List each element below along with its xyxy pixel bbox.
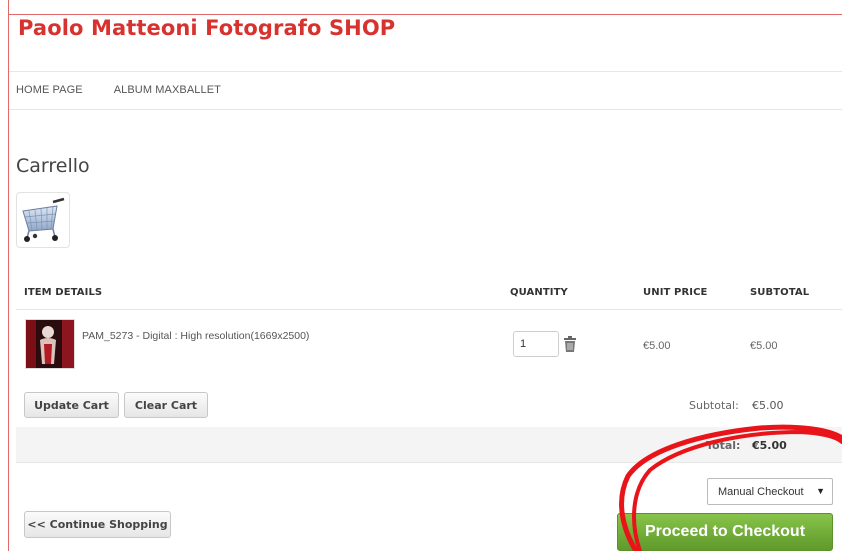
proceed-to-checkout-button[interactable]: Proceed to Checkout [617, 513, 833, 551]
continue-shopping-button[interactable]: << Continue Shopping [24, 511, 171, 538]
checkout-method-value: Manual Checkout [718, 485, 804, 498]
annotation-scribble [619, 424, 842, 551]
nav-album-maxballet[interactable]: ALBUM MAXBALLET [114, 84, 221, 96]
header-quantity: QUANTITY [510, 287, 568, 298]
item-subtotal: €5.00 [750, 340, 778, 352]
checkout-method-select[interactable]: Manual Checkout ▼ [707, 478, 833, 505]
main-nav: HOME PAGE ALBUM MAXBALLET [16, 84, 221, 96]
header-unit-price: UNIT PRICE [643, 287, 708, 298]
header-subtotal: SUBTOTAL [750, 287, 810, 298]
total-label: Total: [706, 439, 741, 452]
nav-home-page[interactable]: HOME PAGE [16, 84, 83, 96]
item-thumbnail[interactable] [25, 319, 75, 369]
item-unit-price: €5.00 [643, 340, 671, 352]
cart-image [16, 192, 70, 248]
page-title: Carrello [16, 155, 90, 177]
site-title[interactable]: Paolo Matteoni Fotografo SHOP [18, 16, 395, 40]
header-item-details: ITEM DETAILS [24, 287, 103, 298]
update-cart-button[interactable]: Update Cart [24, 392, 119, 418]
frame-border-top [8, 14, 842, 15]
subtotal-value: €5.00 [752, 399, 784, 412]
divider [9, 71, 842, 72]
clear-cart-button[interactable]: Clear Cart [124, 392, 208, 418]
caret-down-icon: ▼ [816, 486, 825, 496]
item-name[interactable]: PAM_5273 - Digital : High resolution(166… [82, 330, 309, 342]
divider [16, 462, 842, 463]
total-value: €5.00 [752, 439, 787, 452]
shopping-cart-icon [22, 197, 65, 242]
divider [9, 109, 842, 110]
frame-border-left [8, 0, 9, 551]
divider [16, 309, 842, 310]
trash-icon[interactable] [563, 336, 577, 352]
quantity-input[interactable] [513, 331, 559, 357]
subtotal-label: Subtotal: [689, 399, 739, 412]
